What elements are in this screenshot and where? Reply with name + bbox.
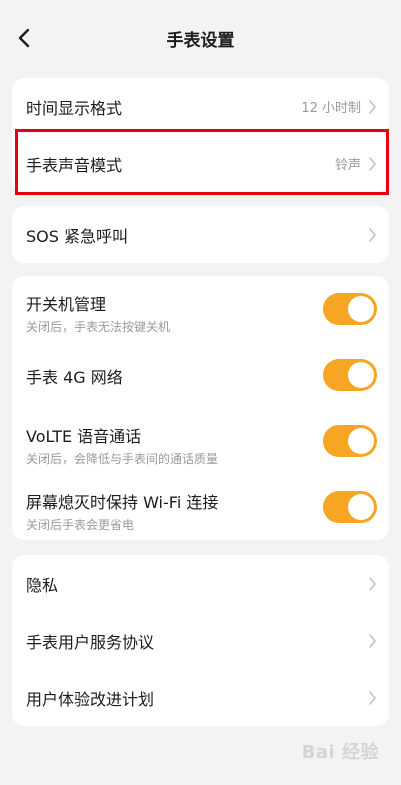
chevron-right-icon [369, 576, 376, 591]
user-agreement-label: 手表用户服务协议 [26, 632, 155, 652]
wifi-keep-desc: 关闭后手表会更省电 [26, 518, 135, 532]
power-management-label: 开关机管理 [26, 295, 107, 314]
card-toggles: 开关机管理 关闭后，手表无法按键关机 手表 4G 网络 VoLTE 语音通话 关… [12, 276, 389, 540]
nav-bar: 手表设置 [0, 0, 401, 78]
user-agreement-row[interactable]: 手表用户服务协议 [12, 612, 389, 669]
chevron-right-icon [369, 227, 376, 242]
page-title: 手表设置 [166, 31, 235, 51]
privacy-label: 隐私 [26, 575, 59, 595]
volte-toggle[interactable] [323, 425, 377, 457]
sound-mode-row[interactable]: 手表声音模式 铃声 [12, 135, 389, 192]
watermark: Bai 经验 [301, 742, 379, 763]
network-4g-label: 手表 4G 网络 [26, 368, 123, 387]
card-sos: SOS 紧急呼叫 [12, 206, 389, 263]
volte-label: VoLTE 语音通话 [26, 427, 142, 446]
sound-mode-label: 手表声音模式 [26, 155, 123, 175]
power-management-toggle[interactable] [323, 293, 377, 325]
settings-page: 手表设置 时间显示格式 12 小时制 手表声音模式 铃声 SOS 紧急呼叫 开关… [0, 0, 401, 785]
experience-plan-row[interactable]: 用户体验改进计划 [12, 669, 389, 726]
time-format-label: 时间显示格式 [26, 98, 123, 118]
chevron-right-icon [369, 99, 376, 114]
chevron-right-icon [369, 156, 376, 171]
volte-desc: 关闭后，会降低与手表间的通话质量 [26, 452, 219, 466]
network-4g-toggle[interactable] [323, 359, 377, 391]
time-format-row[interactable]: 时间显示格式 12 小时制 [12, 78, 389, 135]
toggle-knob [348, 494, 374, 520]
wifi-keep-toggle[interactable] [323, 491, 377, 523]
card-about: 隐私 手表用户服务协议 用户体验改进计划 [12, 555, 389, 726]
time-format-value: 12 小时制 [301, 101, 361, 116]
chevron-right-icon [369, 633, 376, 648]
sos-row[interactable]: SOS 紧急呼叫 [12, 206, 389, 263]
network-4g-row: 手表 4G 网络 [12, 342, 389, 408]
wifi-keep-row: 屏幕熄灭时保持 Wi-Fi 连接 关闭后手表会更省电 [12, 474, 389, 540]
experience-plan-label: 用户体验改进计划 [26, 689, 155, 709]
volte-row: VoLTE 语音通话 关闭后，会降低与手表间的通话质量 [12, 408, 389, 474]
power-management-row: 开关机管理 关闭后，手表无法按键关机 [12, 276, 389, 342]
chevron-right-icon [369, 690, 376, 705]
toggle-knob [348, 428, 374, 454]
toggle-knob [348, 296, 374, 322]
wifi-keep-label: 屏幕熄灭时保持 Wi-Fi 连接 [26, 493, 219, 512]
toggle-knob [348, 362, 374, 388]
power-management-desc: 关闭后，手表无法按键关机 [26, 320, 171, 334]
sos-label: SOS 紧急呼叫 [26, 226, 128, 246]
sound-mode-value: 铃声 [334, 158, 361, 173]
privacy-row[interactable]: 隐私 [12, 555, 389, 612]
card-display-sound: 时间显示格式 12 小时制 手表声音模式 铃声 [12, 78, 389, 192]
